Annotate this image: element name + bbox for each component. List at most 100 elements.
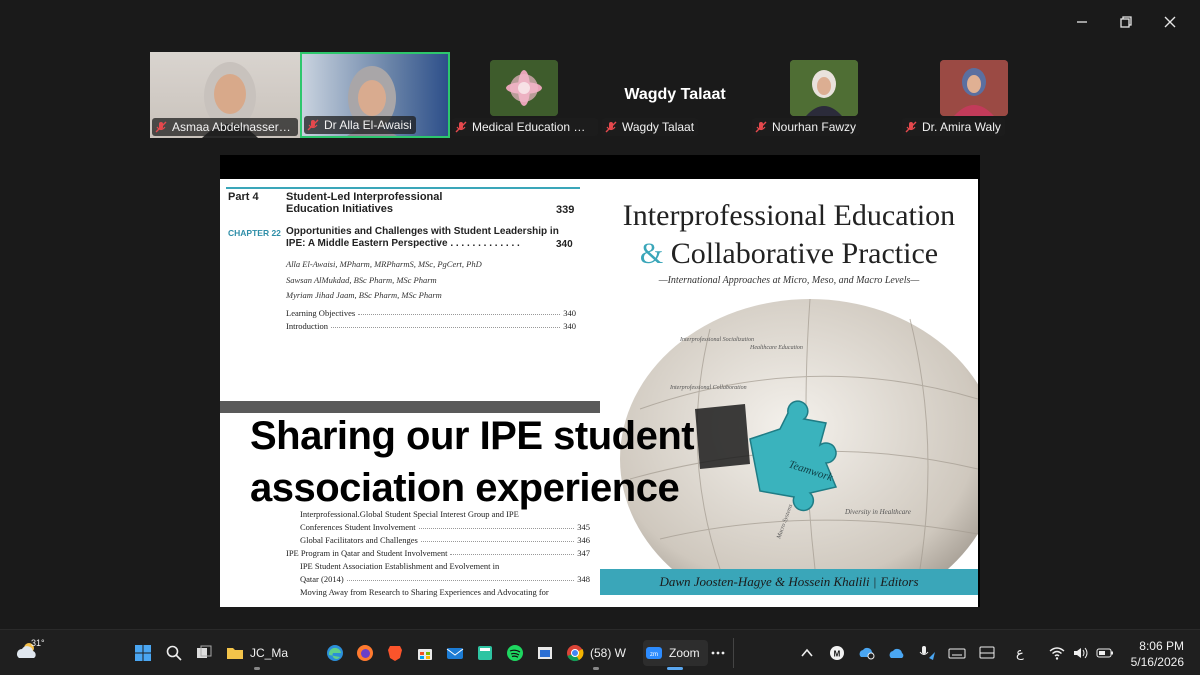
taskbar-app-zoom[interactable]: zm Zoom <box>643 640 708 670</box>
toc-entry: Introduction 340 <box>286 321 576 331</box>
minimize-button[interactable] <box>1060 8 1104 36</box>
taskbar-app-explorer[interactable]: JC_Ma <box>226 640 288 670</box>
taskbar-app-store[interactable] <box>416 640 434 666</box>
toc-entry: Learning Objectives 340 <box>286 308 576 318</box>
mic-off-icon <box>455 121 467 133</box>
participant-name: Dr. Amira Waly <box>922 120 1001 134</box>
taskbar-app-brave[interactable] <box>386 640 404 666</box>
puzzle-label: Interprofessional Socialization <box>679 336 754 343</box>
onedrive-cloud-icon <box>889 648 904 658</box>
toc-author: Sawsan AlMukdad, BSc Pharm, MSc Pharm <box>286 275 437 285</box>
participant-tile[interactable]: Asmaa Abdelnasser (D... <box>150 52 300 138</box>
tray-keyboard[interactable] <box>948 640 966 666</box>
chevron-up-icon <box>801 648 813 657</box>
participant-avatar <box>940 60 1008 116</box>
taskbar-app-firefox[interactable] <box>356 640 374 666</box>
outlook-mail-icon <box>446 648 464 659</box>
mic-off-icon <box>307 119 319 131</box>
toc-part-title: Student-Led Interprofessional Education … <box>286 191 443 215</box>
participant-tile[interactable]: Wagdy Talaat Wagdy Talaat <box>600 52 750 138</box>
edge-browser-icon <box>327 645 343 661</box>
participant-display-name: Wagdy Talaat <box>624 86 726 103</box>
tray-display[interactable] <box>978 640 996 666</box>
m-app-icon: M <box>830 646 844 660</box>
shared-screen[interactable]: Part 4 Student-Led Interprofessional Edu… <box>220 155 980 607</box>
input-language-indicator[interactable]: ع <box>1016 640 1024 666</box>
toc-entry: Qatar (2014) 348 <box>300 574 590 584</box>
firefox-icon <box>357 645 373 661</box>
start-button[interactable] <box>134 640 152 666</box>
toc-entry: Moving Away from Research to Sharing Exp… <box>300 587 549 597</box>
puzzle-label: Diversity in Healthcare <box>844 508 911 516</box>
participant-tile-active-speaker[interactable]: Dr Alla El-Awaisi <box>300 52 450 138</box>
tray-onedrive-sync[interactable] <box>858 640 876 666</box>
clock-time: 8:06 PM <box>1139 639 1184 653</box>
window-app-icon <box>538 647 552 659</box>
folder-icon <box>227 648 243 659</box>
taskbar-app-chrome[interactable]: (58) W <box>566 640 626 670</box>
book-cover: Interprofessional Education & Collaborat… <box>600 179 978 607</box>
participant-name: Asmaa Abdelnasser (D... <box>172 120 294 134</box>
tray-battery[interactable] <box>1096 640 1114 666</box>
close-icon <box>1164 16 1176 28</box>
clock-date: 5/16/2026 <box>1130 655 1184 669</box>
restore-icon <box>1120 16 1132 28</box>
mic-off-icon <box>605 121 617 133</box>
minimize-icon <box>1077 21 1087 23</box>
taskbar-app-mail[interactable] <box>446 640 464 666</box>
tray-wifi[interactable] <box>1048 640 1066 666</box>
toc-entry: Conferences Student Involvement 345 <box>300 522 590 532</box>
brave-browser-icon <box>388 646 402 661</box>
toc-part-page: 339 <box>556 204 575 216</box>
svg-text:zm: zm <box>650 652 658 658</box>
store-icon <box>418 649 432 660</box>
toc-entry: IPE Program in Qatar and Student Involve… <box>286 548 590 558</box>
participant-avatar <box>790 60 858 116</box>
taskbar-app-edge[interactable] <box>326 640 344 666</box>
participant-tile[interactable]: Medical Education De... <box>450 52 600 138</box>
system-clock[interactable]: 8:06 PM 5/16/2026 <box>1131 638 1184 670</box>
toc-chapter-title: Opportunities and Challenges with Studen… <box>286 226 559 249</box>
keyboard-icon <box>948 648 966 659</box>
battery-icon <box>1096 648 1113 658</box>
tray-volume[interactable] <box>1072 640 1090 666</box>
wifi-icon <box>1049 647 1065 660</box>
tray-app-m[interactable]: M <box>828 640 846 666</box>
toc-entry: Global Facilitators and Challenges 346 <box>300 535 590 545</box>
taskbar-app-spotify[interactable] <box>506 640 524 666</box>
cloud-sync-icon <box>859 647 875 660</box>
speaker-volume-icon <box>1074 647 1088 659</box>
toc-part-label: Part 4 <box>228 191 259 203</box>
svg-text:M: M <box>834 650 841 659</box>
display-icon <box>979 646 995 659</box>
toc-entry: IPE Student Association Establishment an… <box>300 561 500 571</box>
taskbar-app-calculator[interactable] <box>476 640 494 666</box>
close-button[interactable] <box>1148 8 1192 36</box>
task-view-icon <box>197 645 212 658</box>
participant-name: Nourhan Fawzy <box>772 120 857 134</box>
chrome-icon <box>567 645 584 662</box>
task-view-button[interactable] <box>195 640 213 666</box>
toc-divider <box>226 187 580 189</box>
calculator-icon <box>478 646 492 660</box>
taskbar-separator <box>733 638 734 668</box>
show-hidden-icons-button[interactable] <box>798 640 816 666</box>
participant-name: Medical Education De... <box>472 120 594 134</box>
cover-subtitle: —International Approaches at Micro, Meso… <box>658 275 920 286</box>
tray-mic-location[interactable] <box>918 640 936 666</box>
toc-author: Myriam Jihad Jaam, BSc Pharm, MSc Pharm <box>286 290 442 300</box>
microphone-location-icon <box>919 646 935 660</box>
tray-onedrive[interactable] <box>888 640 906 666</box>
restore-button[interactable] <box>1104 8 1148 36</box>
windows-taskbar: 31° JC_Ma (58) W zm Zoom M ع 8:06 PM 5/1… <box>0 629 1200 675</box>
participant-tile[interactable]: Dr. Amira Waly <box>900 52 1050 138</box>
editors-band: Dawn Joosten-Hagye & Hossein Khalili | E… <box>600 569 978 595</box>
search-button[interactable] <box>165 640 183 666</box>
participant-tile[interactable]: Nourhan Fawzy <box>750 52 900 138</box>
weather-temperature: 31° <box>31 638 45 648</box>
toc-chapter-label: CHAPTER 22 <box>228 228 281 238</box>
taskbar-app-remote[interactable] <box>536 640 554 666</box>
taskbar-overflow-button[interactable] <box>709 640 727 666</box>
editors-suffix: Editors <box>880 574 919 589</box>
cover-title: Interprofessional Education & Collaborat… <box>622 199 956 270</box>
